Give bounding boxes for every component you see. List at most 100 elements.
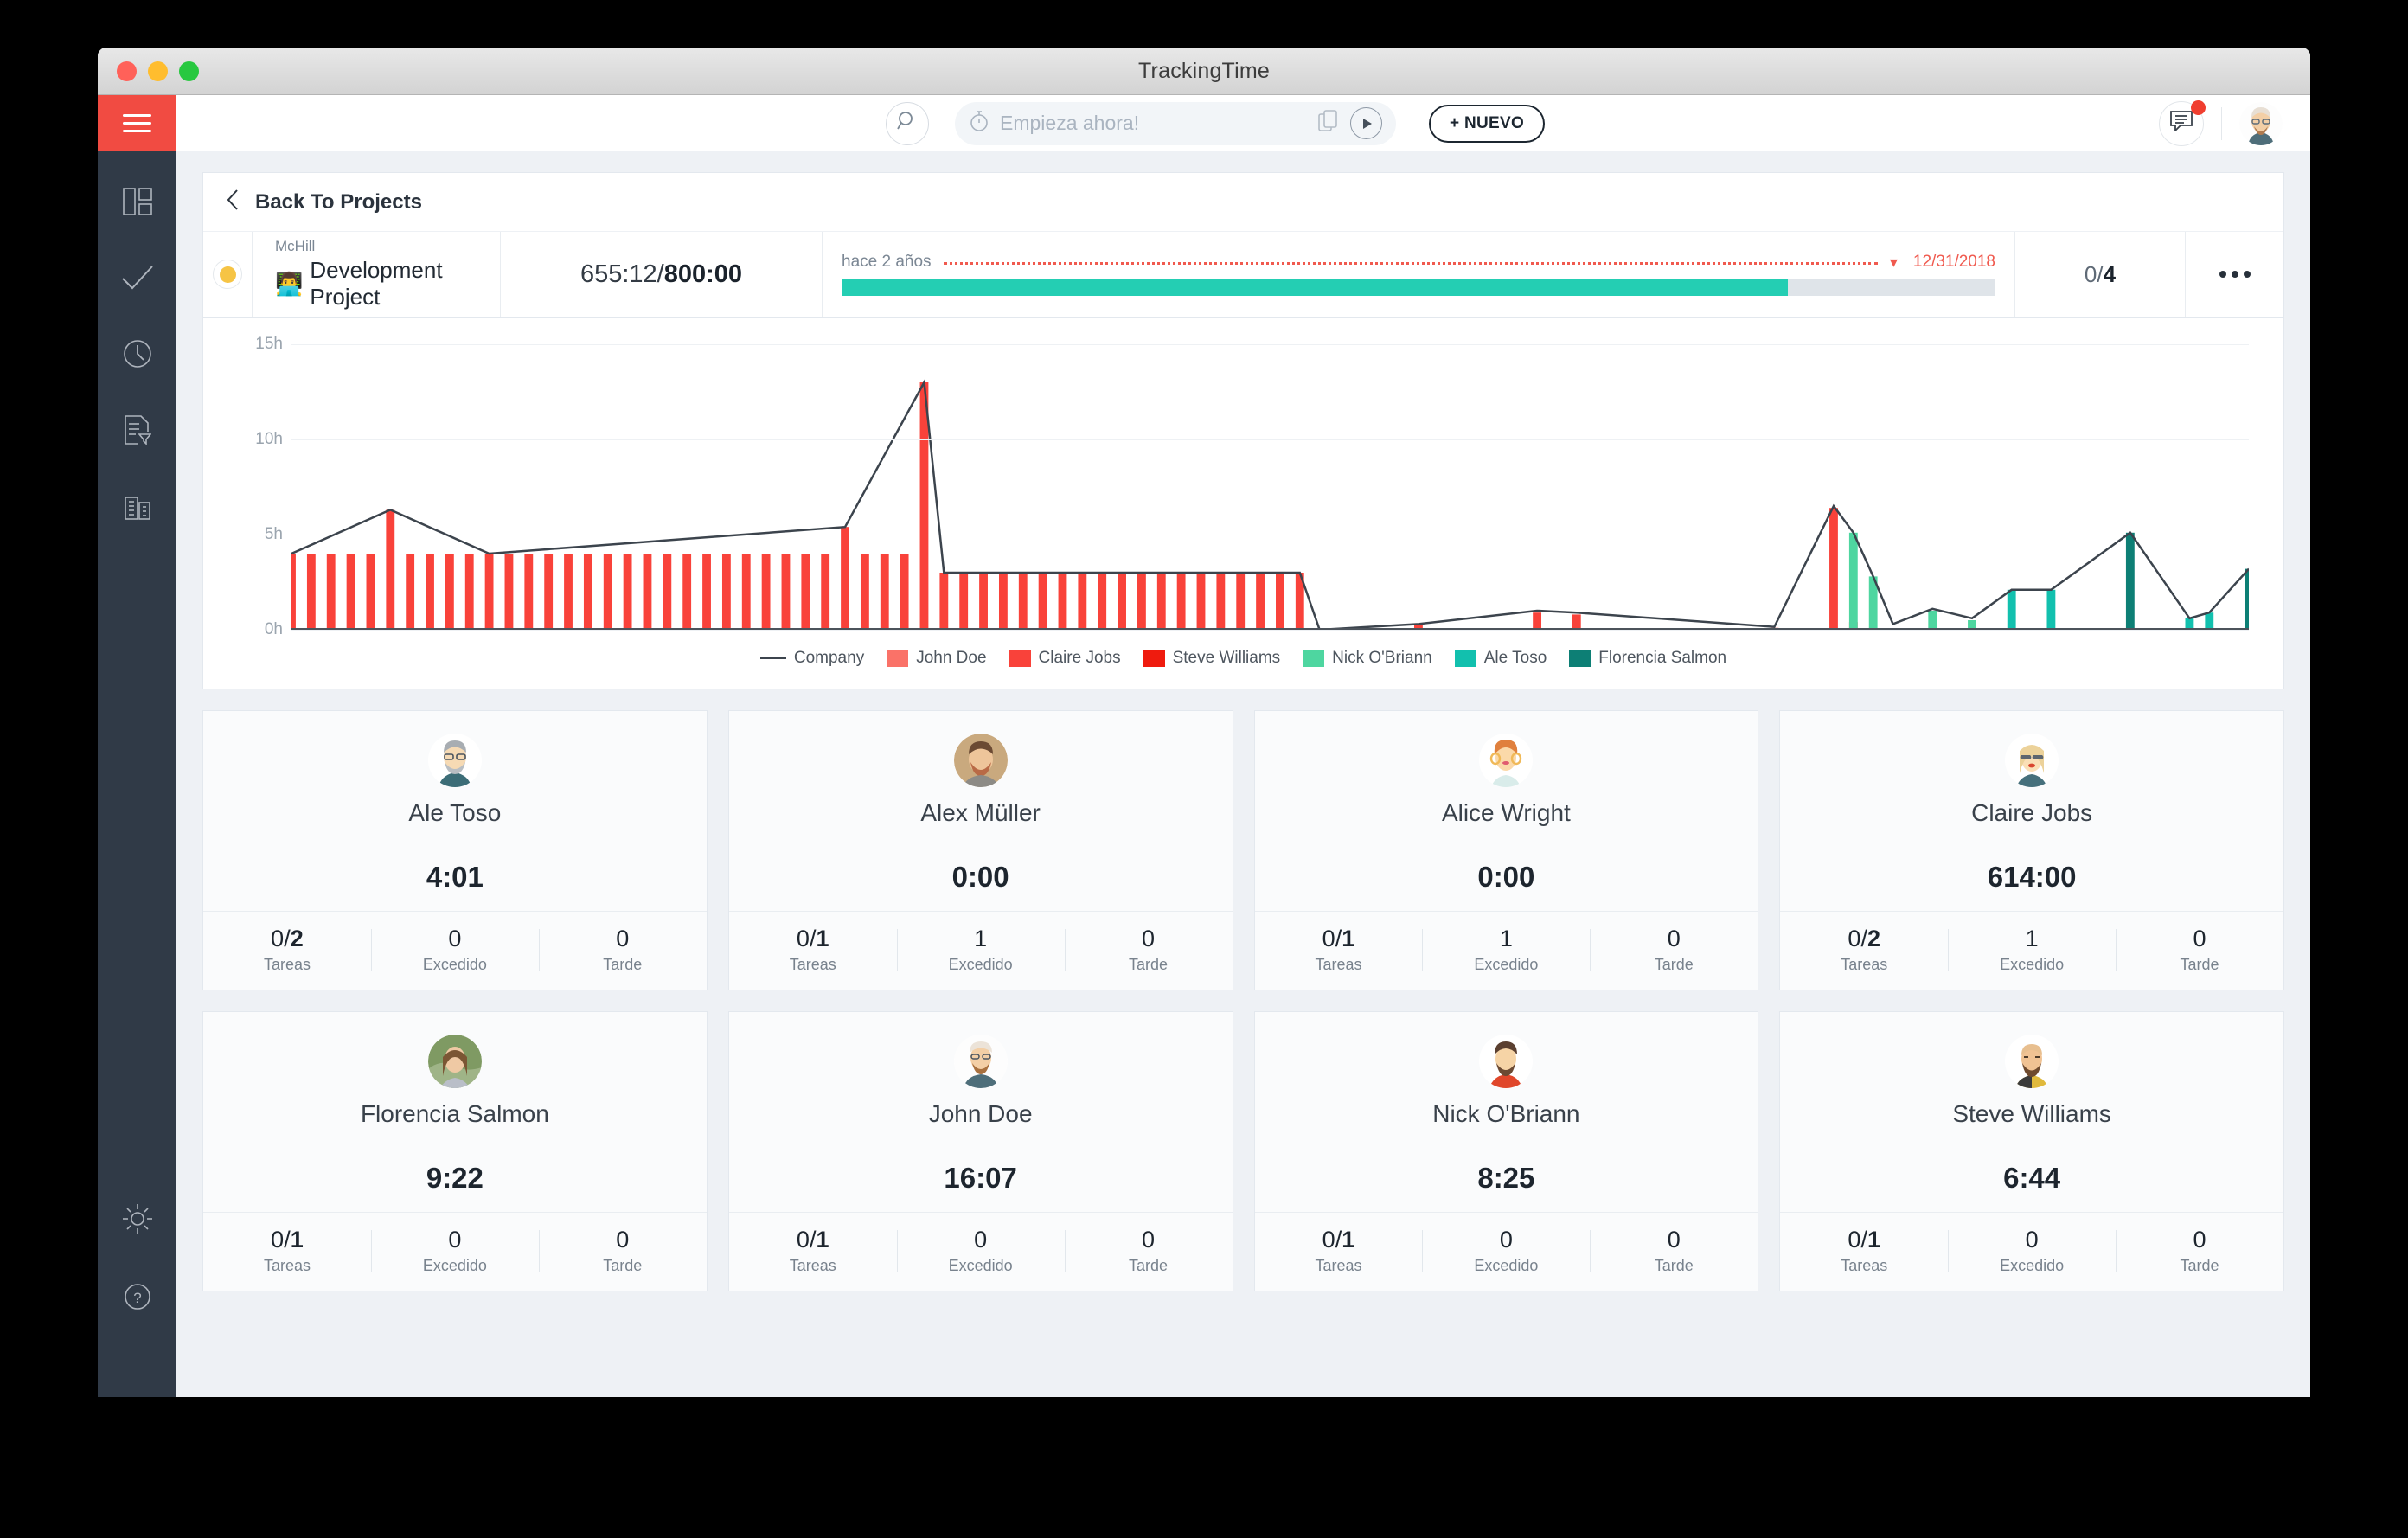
legend-item-company[interactable]: Company: [759, 649, 865, 668]
new-button[interactable]: + NUEVO: [1429, 104, 1546, 143]
member-card[interactable]: Alex Müller 0:00 0/1 Tareas 1 Excedido 0 Tarde: [727, 710, 1233, 990]
toolbar-divider: [2221, 106, 2222, 140]
late-label: Tarde: [603, 1257, 643, 1274]
late-label: Tarde: [1129, 956, 1169, 973]
member-name: John Doe: [928, 1100, 1033, 1127]
avatar: [427, 1035, 482, 1088]
stat-late: 0 Tarde: [1064, 1227, 1233, 1275]
exceeded-count: 0: [1499, 1227, 1513, 1253]
stat-tasks: 0/2 Tareas: [1780, 926, 1948, 974]
sidebar-item-menu-toggle[interactable]: [98, 95, 176, 151]
tasks-done: 0/: [796, 926, 817, 952]
avatar: [1479, 734, 1534, 787]
chart-plot-area: [291, 344, 2249, 631]
sidebar-item-dashboard[interactable]: [112, 183, 163, 224]
tasks-done: 0: [2084, 260, 2097, 287]
member-time-total: 8:25: [1254, 1144, 1758, 1213]
exceeded-label: Excedido: [1474, 956, 1539, 973]
member-name: Alex Müller: [920, 799, 1041, 826]
project-more-menu-button[interactable]: [2186, 232, 2283, 317]
legend-swatch-icon: [1009, 650, 1031, 667]
tasks-label: Tareas: [1315, 1257, 1362, 1274]
member-card[interactable]: Claire Jobs 614:00 0/2 Tareas 1 Excedido 0 Tard…: [1779, 710, 2284, 990]
left-sidebar: ?: [98, 95, 176, 1397]
member-card[interactable]: Alice Wright 0:00 0/1 Tareas 1 Excedido 0 Tarde: [1253, 710, 1759, 990]
tasks-label: Tareas: [263, 956, 311, 973]
member-name: Steve Williams: [1952, 1100, 2111, 1127]
tasks-done: 0/: [1322, 1227, 1342, 1253]
member-card[interactable]: Nick O'Briann 8:25 0/1 Tareas 0 Excedido 0 Tard…: [1253, 1011, 1759, 1291]
start-timer-button[interactable]: [1350, 107, 1382, 139]
tasks-done: 0/: [271, 926, 291, 952]
tasks-total: 2: [290, 926, 304, 952]
member-card[interactable]: John Doe 16:07 0/1 Tareas 0 Excedido 0 Tarde: [727, 1011, 1233, 1291]
member-card[interactable]: Ale Toso 4:01 0/2 Tareas 0 Excedido 0 Tarde: [202, 710, 708, 990]
project-name: Development Project: [310, 257, 443, 310]
stat-exceeded: 0 Excedido: [896, 1227, 1065, 1275]
project-status-indicator[interactable]: [203, 232, 253, 317]
tasks-label: Tareas: [1841, 1257, 1888, 1274]
legend-swatch-icon: [1454, 650, 1476, 667]
chart-y-tick: 10h: [255, 430, 283, 448]
duplicate-icon[interactable]: [1318, 109, 1340, 138]
member-card[interactable]: Florencia Salmon 9:22 0/1 Tareas 0 Excedido 0 T…: [202, 1011, 708, 1291]
legend-item-ale-toso[interactable]: Ale Toso: [1454, 649, 1547, 668]
legend-label: Florencia Salmon: [1598, 649, 1727, 667]
legend-item-steve-williams[interactable]: Steve Williams: [1143, 649, 1280, 668]
member-time-total: 4:01: [203, 843, 707, 912]
legend-item-claire-jobs[interactable]: Claire Jobs: [1009, 649, 1121, 668]
late-label: Tarde: [2180, 956, 2219, 973]
project-tasks-cell: 0 / 4: [2015, 232, 2186, 317]
tasks-total: 1: [1342, 1227, 1355, 1253]
stat-tasks: 0/1 Tareas: [203, 1227, 371, 1275]
notification-badge: [2191, 99, 2206, 115]
timer-task-input[interactable]: Empieza ahora!: [1000, 112, 1308, 135]
stat-exceeded: 1 Excedido: [1948, 926, 2116, 974]
check-icon: [121, 265, 153, 295]
back-to-projects-button[interactable]: Back To Projects: [203, 173, 2283, 232]
tasks-done: 0/: [1322, 926, 1342, 952]
legend-swatch-icon: [759, 657, 786, 659]
project-progress-fill: [842, 279, 1788, 296]
exceeded-label: Excedido: [422, 956, 487, 973]
legend-label: Company: [793, 649, 865, 667]
member-name: Nick O'Briann: [1432, 1100, 1580, 1127]
legend-swatch-icon: [1569, 650, 1591, 667]
search-button[interactable]: [886, 101, 929, 145]
project-hours-cell: 655:12 / 800:00: [501, 232, 823, 317]
report-filter-icon: [124, 414, 152, 449]
sidebar-item-help[interactable]: ?: [112, 1278, 163, 1319]
exceeded-count: 0: [448, 1227, 462, 1253]
legend-item-nick-o-briann[interactable]: Nick O'Briann: [1303, 649, 1432, 668]
legend-item-florencia-salmon[interactable]: Florencia Salmon: [1569, 649, 1726, 668]
sidebar-item-reports[interactable]: [112, 411, 163, 452]
avatar: [427, 734, 482, 787]
tasks-done: 0/: [1848, 926, 1867, 952]
stat-tasks: 0/1 Tareas: [729, 926, 897, 974]
member-time-total: 0:00: [1254, 843, 1758, 912]
chat-icon: [2170, 111, 2193, 136]
exceeded-label: Excedido: [948, 956, 1013, 973]
sidebar-item-timesheets[interactable]: [112, 335, 163, 376]
legend-item-john-doe[interactable]: John Doe: [887, 649, 987, 668]
member-name: Ale Toso: [408, 799, 502, 826]
project-emoji-icon: 👨‍💻: [275, 270, 304, 297]
late-count: 0: [1667, 1227, 1681, 1253]
sidebar-item-whats-new[interactable]: [112, 1200, 163, 1241]
late-label: Tarde: [1654, 1257, 1694, 1274]
late-count: 0: [2193, 1227, 2206, 1253]
project-title-cell[interactable]: McHill 👨‍💻 Development Project: [253, 232, 501, 317]
sidebar-item-tasks[interactable]: [112, 259, 163, 300]
exceeded-label: Excedido: [948, 1257, 1013, 1274]
avatar[interactable]: [2239, 101, 2283, 145]
member-card-header: Nick O'Briann: [1254, 1012, 1758, 1144]
tasks-done: 0/: [271, 1227, 291, 1253]
sidebar-item-company[interactable]: [112, 487, 163, 529]
exceeded-count: 1: [2025, 926, 2039, 952]
tasks-label: Tareas: [263, 1257, 311, 1274]
stat-late: 0 Tarde: [1590, 1227, 1758, 1275]
project-summary-row: McHill 👨‍💻 Development Project 655:12 / …: [203, 232, 2283, 317]
timer-input-group[interactable]: Empieza ahora!: [955, 101, 1396, 145]
member-card[interactable]: Steve Williams 6:44 0/1 Tareas 0 Excedido 0 Tar…: [1779, 1011, 2284, 1291]
app-window: TrackingTime ? Empieza ahora! + NUEVO Ba…: [98, 48, 2310, 1397]
